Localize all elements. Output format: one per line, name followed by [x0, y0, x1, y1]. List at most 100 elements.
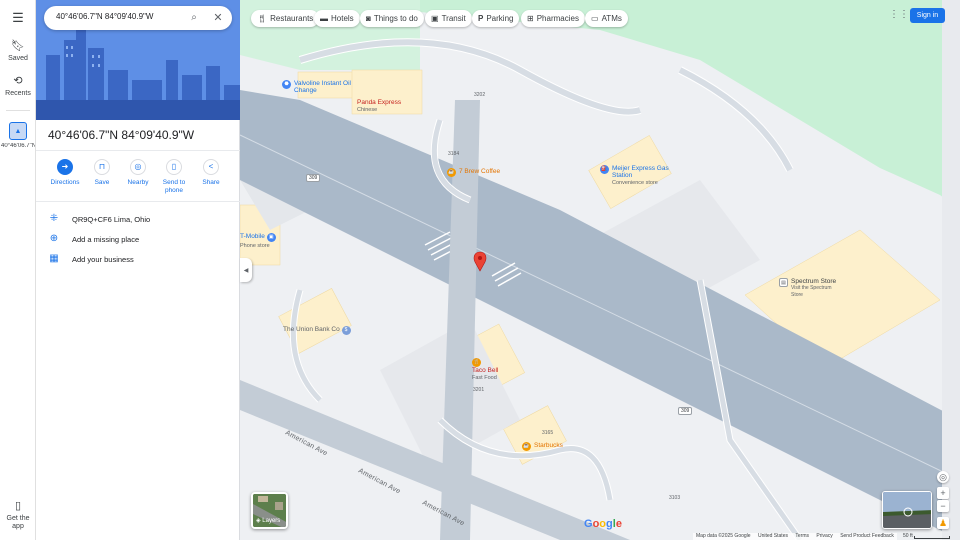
camera-icon: ◙ — [366, 14, 371, 23]
parking-icon: P — [478, 14, 484, 23]
recent-place-button[interactable]: ▲ 40°46'06.7"N... — [0, 122, 36, 157]
poi-union-bank[interactable]: The Union Bank Co $ — [283, 326, 354, 335]
chevron-left-icon: ◀ — [243, 267, 249, 274]
place-thumbnail-icon: ▲ — [9, 122, 27, 140]
road-number-3201: 3201 — [473, 387, 485, 393]
poi-7brew[interactable]: ☕ 7 Brew Coffee — [447, 168, 500, 177]
poi-panda[interactable]: Panda Express Chinese — [357, 99, 401, 114]
chip-restaurants[interactable]: 🍴︎ Restaurants — [251, 10, 320, 27]
store-icon: ▤ — [779, 278, 788, 287]
restaurant-icon: 🍴 — [472, 358, 481, 367]
poi-meijer[interactable]: ⛽ Meijer Express Gas Station Convenience s… — [600, 165, 672, 187]
recents-button[interactable]: ⟲ Recents — [0, 75, 36, 97]
car-icon: ⬣ — [282, 80, 291, 89]
left-rail: ☰ 🔖︎ Saved ⟲ Recents ▲ 40°46'06.7"N... ▯… — [0, 0, 36, 540]
atm-icon: ▭ — [591, 14, 599, 23]
pegman-icon: ♟ — [938, 518, 948, 528]
nearby-button[interactable]: ◎ Nearby — [119, 159, 157, 187]
train-icon: ▣ — [431, 14, 439, 23]
plus-code-text: QR9Q+CF6 Lima, Ohio — [72, 215, 151, 224]
gas-station-icon: ⛽ — [600, 165, 609, 174]
send-to-phone-button[interactable]: ▯ Send to phone — [155, 159, 193, 195]
privacy-link[interactable]: Privacy — [816, 533, 832, 539]
chip-transit[interactable]: ▣ Transit — [425, 10, 472, 27]
pharmacy-icon: ⊞ — [527, 14, 534, 23]
recent-place-label: 40°46'06.7"N... — [1, 143, 35, 149]
plus-icon: + — [940, 488, 946, 498]
fork-knife-icon: 🍴︎ — [257, 14, 268, 23]
coffee-icon: ☕ — [522, 442, 531, 451]
close-icon[interactable]: ✕ — [210, 10, 226, 26]
plus-code-icon: ⁜ — [49, 213, 59, 224]
road-number-3103: 3103 — [669, 495, 681, 501]
poi-starbucks[interactable]: ☕ Starbucks — [522, 442, 563, 451]
street-view-image — [883, 492, 931, 528]
chip-parking[interactable]: P Parking — [472, 10, 520, 27]
chip-atms[interactable]: ▭ ATMs — [585, 10, 628, 27]
search-input[interactable] — [56, 12, 182, 21]
poi-taco-bell[interactable]: 🍴 Taco Bell Fast Food — [472, 358, 498, 382]
share-button[interactable]: < Share — [192, 159, 230, 187]
place-panel: 40°46'06.7"N 84°09'40.9"W ➜ Directions ⊓… — [36, 0, 240, 540]
get-app-button[interactable]: ▯ Get the app — [0, 500, 36, 531]
search-icon[interactable]: ⌕ — [186, 10, 202, 26]
directions-button[interactable]: ➜ Directions — [46, 159, 84, 187]
recents-label: Recents — [5, 90, 31, 97]
road-number-3184: 3184 — [448, 151, 460, 157]
layers-label: ◈ Layers — [256, 518, 281, 524]
minus-icon: − — [940, 501, 946, 511]
share-icon: < — [203, 159, 219, 175]
poi-spectrum[interactable]: ▤ Spectrum Store Visit the Spectrum Store — [779, 278, 836, 299]
shopping-bag-icon: ▣ — [266, 233, 276, 242]
terms-link[interactable]: Terms — [795, 533, 809, 539]
add-location-icon: ⊕ — [49, 233, 59, 244]
bookmark-icon: 🔖︎ — [11, 40, 25, 52]
plus-code-row[interactable]: ⁜ QR9Q+CF6 Lima, Ohio — [36, 210, 240, 230]
phone-icon: ▯ — [14, 500, 22, 512]
saved-label: Saved — [8, 55, 28, 62]
road-number-3202: 3202 — [474, 92, 486, 98]
google-logo: Google — [584, 518, 622, 530]
layers-icon: ◈ — [256, 518, 261, 524]
bed-icon: ▬ — [320, 14, 328, 23]
street-view-thumbnail[interactable] — [882, 491, 932, 529]
scale-label[interactable]: 50 ft — [903, 533, 913, 539]
poi-tmobile[interactable]: T-Mobile ▣ Phone store — [240, 233, 279, 250]
add-business-icon: ▦ — [49, 253, 59, 264]
search-box: ⌕ ✕ — [44, 6, 232, 30]
panel-divider — [36, 150, 240, 151]
poi-valvoline[interactable]: ⬣ Valvoline Instant Oil Change — [282, 80, 354, 94]
add-business-row[interactable]: ▦ Add your business — [36, 250, 240, 270]
panel-divider — [36, 201, 240, 202]
my-location-button[interactable]: ◎ — [937, 471, 949, 483]
pegman-button[interactable]: ♟ — [937, 517, 949, 529]
collapse-panel-button[interactable]: ◀ — [240, 258, 252, 282]
add-missing-place-row[interactable]: ⊕ Add a missing place — [36, 230, 240, 250]
save-button[interactable]: ⊓ Save — [83, 159, 121, 187]
map-data-text: Map data ©2025 Google — [696, 533, 751, 539]
country-link[interactable]: United States — [758, 533, 788, 539]
road-number-3165: 3165 — [542, 430, 554, 436]
apps-grid-icon[interactable]: ⋮⋮⋮ — [889, 8, 919, 22]
coffee-icon: ☕ — [447, 168, 456, 177]
bookmark-icon: ⊓ — [94, 159, 110, 175]
chip-things-to-do[interactable]: ◙ Things to do — [360, 10, 424, 27]
bank-icon: $ — [341, 326, 351, 335]
sign-in-button[interactable]: Sign in — [910, 8, 945, 23]
map-footer: Map data ©2025 Google United States Term… — [693, 533, 897, 540]
zoom-out-button[interactable]: − — [937, 500, 949, 512]
chip-pharmacies[interactable]: ⊞ Pharmacies — [521, 10, 585, 27]
zoom-in-button[interactable]: + — [937, 487, 949, 499]
send-to-phone-icon: ▯ — [166, 159, 182, 175]
saved-button[interactable]: 🔖︎ Saved — [0, 40, 36, 62]
add-business-text: Add your business — [72, 255, 134, 264]
history-icon: ⟲ — [13, 75, 23, 87]
place-title: 40°46'06.7"N 84°09'40.9"W — [48, 128, 195, 142]
rail-divider — [6, 110, 30, 111]
chip-hotels[interactable]: ▬ Hotels — [314, 10, 360, 27]
nearby-icon: ◎ — [130, 159, 146, 175]
menu-button[interactable]: ☰ — [0, 11, 36, 27]
add-missing-place-text: Add a missing place — [72, 235, 140, 244]
layers-button[interactable]: ◈ Layers — [251, 492, 288, 529]
feedback-link[interactable]: Send Product Feedback — [840, 533, 894, 539]
